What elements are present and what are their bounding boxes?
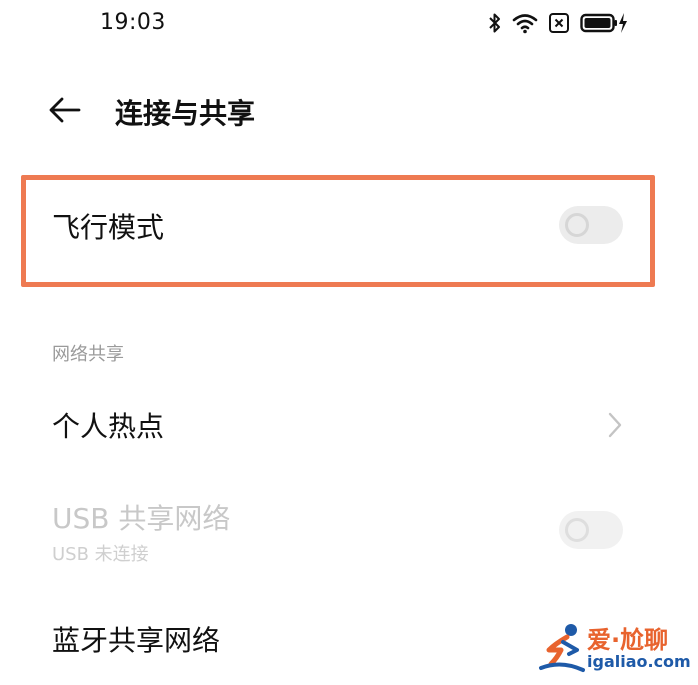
watermark-title: 爱·尬聊: [587, 626, 669, 654]
status-time: 19:03: [100, 10, 166, 35]
back-arrow-icon[interactable]: [46, 90, 86, 130]
header: 连接与共享: [0, 80, 698, 140]
airplane-mode-row[interactable]: 飞行模式: [0, 175, 698, 290]
watermark: 爱·尬聊 igaliao.com: [535, 618, 695, 680]
toggle-knob: [565, 213, 589, 237]
bluetooth-icon: [488, 12, 502, 34]
toggle-knob: [565, 518, 589, 542]
status-bar: 19:03: [0, 0, 698, 44]
battery-charging-icon: [580, 12, 628, 34]
usb-tethering-label: USB 共享网络: [52, 502, 231, 535]
sim-off-icon: [548, 12, 570, 34]
section-header-network-sharing: 网络共享: [52, 344, 124, 365]
hotspot-label[interactable]: 个人热点: [52, 405, 164, 445]
watermark-url: igaliao.com: [587, 652, 691, 671]
watermark-logo-icon: [537, 620, 587, 676]
airplane-mode-label: 飞行模式: [52, 211, 165, 244]
usb-tethering-toggle: [559, 511, 623, 549]
page-title: 连接与共享: [115, 97, 256, 130]
wifi-icon: [512, 12, 538, 34]
airplane-mode-toggle[interactable]: [559, 206, 623, 244]
status-icons: [488, 10, 628, 36]
bluetooth-tethering-label[interactable]: 蓝牙共享网络: [52, 619, 220, 659]
usb-tethering-subtitle: USB 未连接: [52, 544, 149, 565]
chevron-right-icon[interactable]: [604, 408, 626, 442]
